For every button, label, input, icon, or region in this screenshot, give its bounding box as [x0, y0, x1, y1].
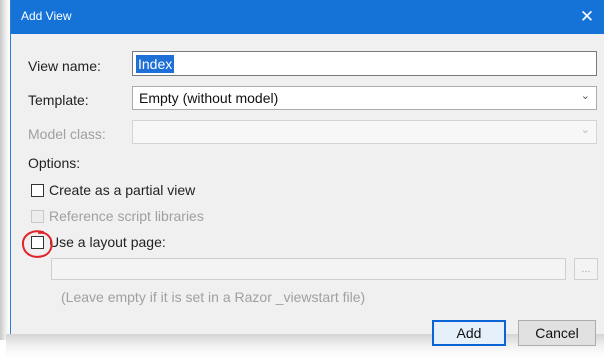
model-class-label: Model class: [28, 126, 106, 142]
template-dropdown[interactable]: Empty (without model) ⌄ [132, 86, 597, 110]
create-partial-label[interactable]: Create as a partial view [49, 182, 195, 198]
use-layout-label[interactable]: Use a layout page: [49, 234, 166, 250]
create-partial-checkbox[interactable] [31, 184, 44, 197]
window-shadow-bottom [6, 334, 604, 357]
view-name-value: Index [136, 55, 175, 73]
template-label: Template: [28, 92, 89, 108]
reference-scripts-checkbox[interactable] [31, 210, 44, 223]
add-button[interactable]: Add [432, 320, 506, 346]
layout-hint-text: (Leave empty if it is set in a Razor _vi… [61, 289, 366, 305]
reference-scripts-label: Reference script libraries [49, 208, 204, 224]
window-title: Add View [21, 9, 72, 23]
browse-button[interactable]: ... [574, 258, 598, 280]
chevron-down-icon: ⌄ [580, 90, 590, 102]
cancel-button[interactable]: Cancel [518, 320, 596, 346]
use-layout-checkbox[interactable] [31, 236, 44, 249]
window-shadow-left [0, 0, 10, 340]
layout-page-path-input[interactable] [51, 258, 566, 280]
add-view-dialog: Add View ✕ View name: Index Template: Em… [10, 0, 604, 346]
close-icon[interactable]: ✕ [570, 0, 604, 34]
view-name-label: View name: [28, 58, 101, 74]
title-bar[interactable]: Add View ✕ [11, 0, 604, 34]
model-class-dropdown[interactable]: ⌄ [132, 120, 597, 144]
chevron-down-icon: ⌄ [580, 124, 590, 136]
template-selected-value: Empty (without model) [139, 90, 279, 106]
view-name-input[interactable]: Index [132, 51, 597, 76]
options-heading: Options: [28, 155, 81, 171]
